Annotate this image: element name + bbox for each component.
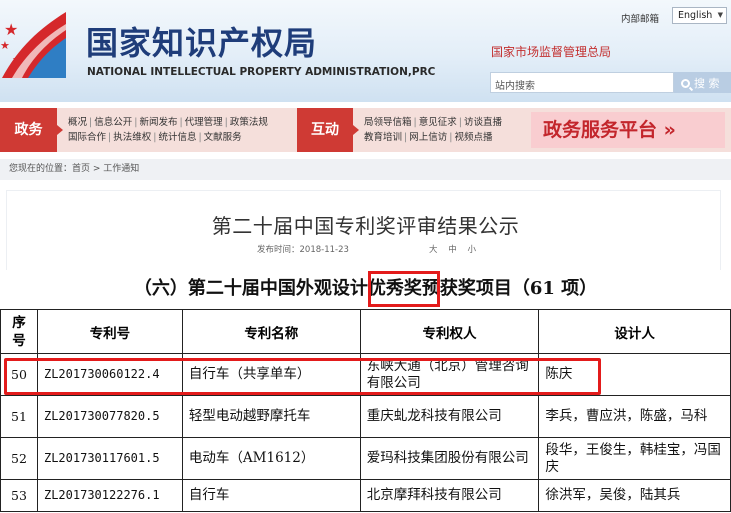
article-title: 第二十届中国专利奖评审结果公示 <box>211 214 520 238</box>
highlight-box-heading <box>368 271 440 307</box>
star-icon: ★ <box>4 20 19 39</box>
nav-link[interactable]: 视频点播 <box>454 132 492 143</box>
cell-patentee: 北京摩拜科技有限公司 <box>359 479 540 512</box>
cell-patentee: 重庆虬龙科技有限公司 <box>359 395 540 438</box>
nav-category-government[interactable]: 政务 <box>0 108 63 152</box>
cell-patent-name: 电动车（AM1612） <box>181 437 361 480</box>
nav-links-interaction-row1: 局领导信箱 | 意见征求 | 访谈直播 <box>364 117 502 128</box>
nav-category-interaction[interactable]: 互动 <box>297 108 359 152</box>
search-button[interactable]: 搜 索 <box>674 72 731 93</box>
font-size-medium-button[interactable]: 中 <box>448 245 457 255</box>
col-header-patent-name: 专利名称 <box>181 309 361 354</box>
nav-link[interactable]: 访谈直播 <box>464 117 502 128</box>
language-select[interactable]: English ▼ <box>672 7 727 24</box>
search-input[interactable]: 站内搜索 <box>490 72 674 93</box>
highlight-box-row <box>4 358 601 395</box>
nav-link[interactable]: 文献服务 <box>204 132 242 143</box>
award-table: 序号 专利号 专利名称 专利权人 设计人 50 ZL201730060122.4… <box>0 309 731 512</box>
cell-patentee: 爱玛科技集团股份有限公司 <box>359 437 540 480</box>
breadcrumb: 您现在的位置：首页 > 工作通知 <box>0 159 731 180</box>
nav-link[interactable]: 代理管理 <box>185 117 223 128</box>
star-icon: ★ <box>12 53 22 66</box>
cell-patent-number: ZL201730077820.5 <box>36 395 183 438</box>
internal-mail-link[interactable]: 内部邮箱 <box>621 11 659 25</box>
table-row: 53 ZL201730122276.1 自行车 北京摩拜科技有限公司 徐洪军，吴… <box>0 479 731 512</box>
nav-link[interactable]: 新闻发布 <box>139 117 177 128</box>
nav-link[interactable]: 教育培训 <box>364 132 402 143</box>
nav-link[interactable]: 统计信息 <box>158 132 196 143</box>
cell-patent-name: 自行车 <box>181 479 361 512</box>
col-header-index: 序号 <box>0 309 38 354</box>
nav-link[interactable]: 概况 <box>68 117 87 128</box>
cell-designer: 李兵，曹应洪，陈盛，马科 <box>538 395 731 438</box>
nav-link[interactable]: 政策法规 <box>230 117 268 128</box>
nav-links-government-row2: 国际合作 | 执法维权 | 统计信息 | 文献服务 <box>68 132 242 143</box>
cell-index: 52 <box>0 437 38 480</box>
star-icon: ★ <box>0 39 10 52</box>
section-heading: （六）第二十届中国外观设计优秀奖预获奖项目（61 项） <box>133 278 598 299</box>
nav-link[interactable]: 信息公开 <box>94 117 132 128</box>
chevron-down-icon: ▼ <box>717 11 723 19</box>
font-size-controls: 大 中 小 <box>429 243 484 255</box>
site-header: ★ ★ ★ 国家知识产权局 NATIONAL INTELLECTUAL PROP… <box>0 0 731 102</box>
nav-link[interactable]: 执法维权 <box>113 132 151 143</box>
cell-designer: 徐洪军，吴俊，陆其兵 <box>538 479 731 512</box>
nav-link[interactable]: 意见征求 <box>419 117 457 128</box>
search-icon <box>681 79 690 88</box>
font-size-small-button[interactable]: 小 <box>467 245 476 255</box>
cell-patent-number: ZL201730117601.5 <box>36 437 183 480</box>
cell-index: 53 <box>0 479 38 512</box>
language-value: English <box>678 10 713 21</box>
nav-link[interactable]: 国际合作 <box>68 132 106 143</box>
nav-link[interactable]: 局领导信箱 <box>364 117 412 128</box>
samr-link[interactable]: 国家市场监督管理总局 <box>491 43 611 60</box>
col-header-designer: 设计人 <box>538 309 731 354</box>
nav-links-government-row1: 概况 | 信息公开 | 新闻发布 | 代理管理 | 政策法规 <box>68 117 268 128</box>
font-size-large-button[interactable]: 大 <box>429 245 438 255</box>
cell-patent-name: 轻型电动越野摩托车 <box>181 395 361 438</box>
service-platform-button[interactable]: 政务服务平台 » <box>531 112 725 148</box>
nav-link[interactable]: 网上信访 <box>409 132 447 143</box>
col-header-patent-number: 专利号 <box>36 309 183 354</box>
site-subtitle: NATIONAL INTELLECTUAL PROPERTY ADMINISTR… <box>87 66 436 78</box>
col-header-patentee: 专利权人 <box>359 309 540 354</box>
nav-links-interaction-row2: 教育培训 | 网上信访 | 视频点播 <box>364 132 493 143</box>
cell-designer: 段华，王俊生，韩桂宝，冯国庆 <box>538 437 731 480</box>
publish-date: 发布时间：2018-11-23 <box>257 245 349 255</box>
table-header-row: 序号 专利号 专利名称 专利权人 设计人 <box>0 309 731 354</box>
table-row: 51 ZL201730077820.5 轻型电动越野摩托车 重庆虬龙科技有限公司… <box>0 395 731 438</box>
search-button-label: 搜 索 <box>694 77 720 90</box>
cell-index: 51 <box>0 395 38 438</box>
table-row: 52 ZL201730117601.5 电动车（AM1612） 爱玛科技集团股份… <box>0 437 731 480</box>
cell-patent-number: ZL201730122276.1 <box>36 479 183 512</box>
site-title[interactable]: 国家知识产权局 <box>86 18 317 64</box>
